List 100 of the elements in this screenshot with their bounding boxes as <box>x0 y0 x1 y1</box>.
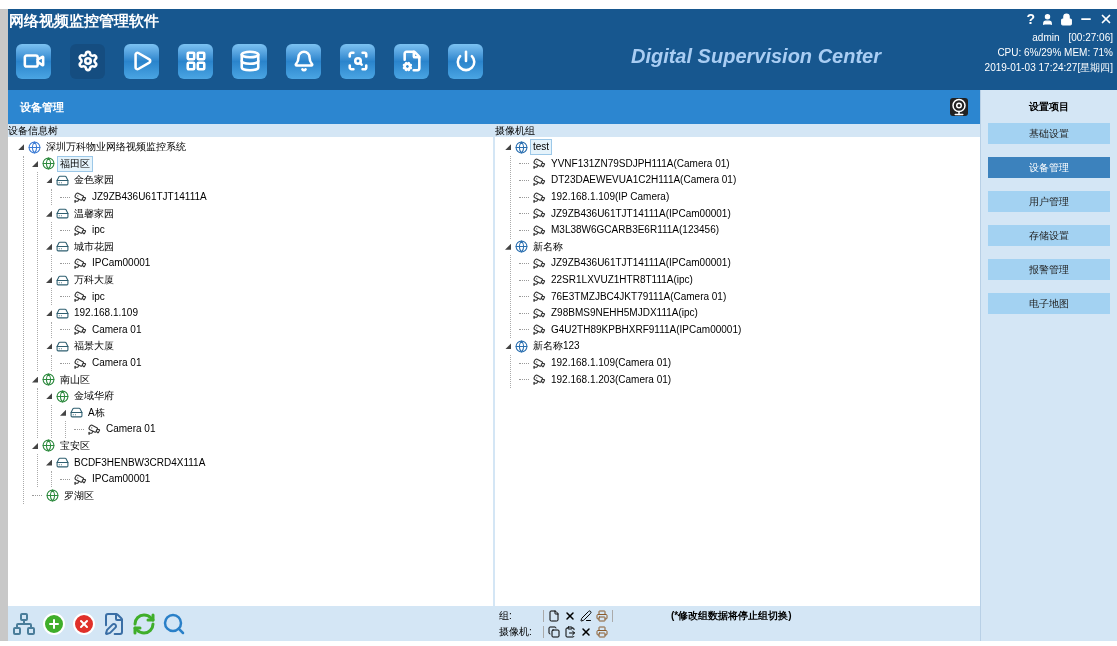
toolbar-button[interactable] <box>178 43 213 79</box>
camera-icon <box>74 323 87 337</box>
settings-icon <box>76 50 99 72</box>
camera-icon[interactable] <box>950 98 968 116</box>
camera-icon <box>533 223 546 237</box>
panel-title: 设置项目 <box>1029 100 1069 114</box>
toolbar-button[interactable] <box>286 43 321 79</box>
tree-item[interactable]: 22SR1LXVUZ1HTR8T111A(ipc) <box>548 272 696 289</box>
panel-title: 设备信息树 <box>8 125 58 136</box>
camera-icon <box>74 472 87 486</box>
lock-icon[interactable] <box>1060 12 1073 26</box>
close-icon[interactable] <box>1099 12 1113 26</box>
printer-icon[interactable] <box>596 625 608 638</box>
tree-item[interactable]: JZ9ZB436U61TJT14111A(IPCam00001) <box>548 205 734 222</box>
tree-item[interactable]: ipc <box>89 222 108 239</box>
settings-item[interactable]: 存储设置 <box>988 225 1110 246</box>
tree-item[interactable]: IPCam00001 <box>89 471 154 488</box>
panel-title: 摄像机组 <box>495 125 535 136</box>
globe-icon <box>46 489 59 503</box>
tree-item[interactable]: 城市花园 <box>71 238 117 255</box>
toolbar-button[interactable] <box>340 43 375 79</box>
tree-item[interactable]: JZ9ZB436U61TJT14111A <box>89 189 210 206</box>
delete-icon[interactable] <box>580 625 592 638</box>
tree-item[interactable]: YVNF131ZN79SDJPH111A(Camera 01) <box>548 155 733 172</box>
tree-item[interactable]: 金域华府 <box>71 388 117 405</box>
edit-icon[interactable] <box>102 611 126 636</box>
tree-item[interactable]: BCDF3HENBW3CRD4X111A <box>71 454 209 471</box>
printer-icon[interactable] <box>596 609 608 622</box>
device-icon <box>56 240 69 254</box>
search-icon[interactable] <box>162 611 186 636</box>
tree-item[interactable]: M3L38W6GCARB3E6R111A(123456) <box>548 222 723 239</box>
paste-icon[interactable] <box>564 625 576 638</box>
settings-item[interactable]: 报警管理 <box>988 259 1110 280</box>
camera-icon <box>533 306 546 320</box>
camera-icon <box>74 190 87 204</box>
toolbar-label: 摄像机: <box>499 625 533 639</box>
tree-item[interactable]: 192.168.1.109(Camera 01) <box>548 355 675 371</box>
settings-item[interactable]: 基础设置 <box>988 123 1110 144</box>
tree-item[interactable]: 福景大厦 <box>71 338 117 355</box>
copy-icon[interactable] <box>548 625 560 638</box>
camera-icon <box>533 174 546 187</box>
tree-item[interactable]: 南山区 <box>57 371 93 388</box>
tree-item[interactable]: 罗湖区 <box>61 487 97 504</box>
device-icon <box>56 207 69 221</box>
tree-item[interactable]: 金色家园 <box>71 172 117 189</box>
tree-item[interactable]: 192.168.1.109(IP Camera) <box>548 189 673 206</box>
tree-item[interactable]: JZ9ZB436U61TJT14111A(IPCam00001) <box>548 255 734 272</box>
tree-item[interactable]: Camera 01 <box>89 321 145 338</box>
toolbar-button[interactable] <box>70 43 105 79</box>
tree-item[interactable]: Z98BMS9NEHH5MJDX111A(ipc) <box>548 305 701 322</box>
tree-item[interactable]: 新名称123 <box>530 338 583 355</box>
tree-item[interactable]: DT23DAEWEVUA1C2H111A(Camera 01) <box>548 172 740 189</box>
tree-item[interactable]: test <box>530 139 553 156</box>
delete-icon[interactable] <box>564 609 576 622</box>
camera-icon <box>533 273 546 287</box>
tree-item[interactable]: 宝安区 <box>57 438 93 454</box>
globe-icon <box>42 439 55 453</box>
tree-item[interactable]: 新名称 <box>530 238 566 255</box>
settings-item[interactable]: 电子地图 <box>988 293 1110 314</box>
database-icon <box>238 50 261 72</box>
tree-item[interactable]: 温馨家园 <box>71 205 117 222</box>
date-time: 2019-01-03 17:24:27[星期四] <box>984 61 1113 75</box>
globe-icon <box>56 389 69 403</box>
window-title: 网络视频监控管理软件 <box>9 11 160 31</box>
device-icon <box>56 273 69 287</box>
tree-item[interactable]: Camera 01 <box>103 421 159 438</box>
user-name: admin <box>1032 31 1060 45</box>
settings-item[interactable]: 设备管理 <box>988 157 1110 178</box>
new-file-icon[interactable] <box>548 609 560 622</box>
add-icon[interactable] <box>42 611 66 636</box>
tree-item[interactable]: IPCam00001 <box>89 255 154 272</box>
toolbar-button[interactable] <box>124 43 159 79</box>
tree-item[interactable]: G4U2TH89KPBHXRF9111A(IPCam00001) <box>548 321 745 338</box>
tree-item[interactable]: A栋 <box>85 404 108 421</box>
camera-icon <box>533 290 546 304</box>
tree-item[interactable]: 福田区 <box>57 155 93 172</box>
tree-item[interactable]: 深圳万科物业网络视频监控系统 <box>43 139 189 156</box>
tree-item[interactable]: 192.168.1.203(Camera 01) <box>548 371 675 388</box>
device-icon <box>56 456 69 470</box>
tree-item[interactable]: 76E3TMZJBC4JKT79111A(Camera 01) <box>548 288 730 305</box>
toolbar-button[interactable] <box>394 43 429 79</box>
network-icon[interactable] <box>12 611 36 636</box>
device-icon <box>70 406 83 420</box>
tree-item[interactable]: ipc <box>89 288 108 305</box>
tree-item[interactable]: Camera 01 <box>89 355 145 371</box>
settings-item[interactable]: 用户管理 <box>988 191 1110 212</box>
camera-icon <box>533 356 546 370</box>
camera-icon <box>533 323 546 337</box>
toolbar-button[interactable] <box>232 43 267 79</box>
cpu-memory-usage: CPU: 6%/29% MEM: 71% <box>997 46 1113 60</box>
toolbar-button[interactable] <box>448 43 483 79</box>
device-icon <box>56 174 69 187</box>
help-button[interactable]: ? <box>1026 8 1035 30</box>
tree-item[interactable]: 192.168.1.109 <box>71 305 141 322</box>
pen-icon[interactable] <box>580 609 592 622</box>
toolbar-button[interactable] <box>16 43 51 79</box>
globe-icon <box>42 373 55 387</box>
search-icon <box>346 50 369 72</box>
tree-item[interactable]: 万科大厦 <box>71 272 117 289</box>
user-icon[interactable] <box>1041 12 1054 26</box>
